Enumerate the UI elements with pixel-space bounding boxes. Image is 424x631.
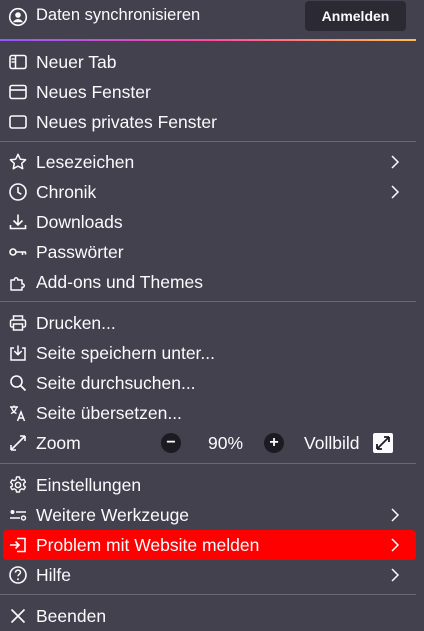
passwords-label: Passwörter	[36, 242, 124, 262]
new-window-item[interactable]: Neues Fenster	[0, 77, 416, 107]
new-tab-label: Neuer Tab	[36, 52, 117, 72]
sign-in-button[interactable]: Anmelden	[305, 1, 406, 31]
close-icon	[8, 606, 28, 626]
more-tools-label: Weitere Werkzeuge	[36, 505, 190, 525]
addons-themes-label: Add-ons und Themes	[36, 272, 204, 292]
menu-separator	[0, 463, 416, 464]
menu-separator	[0, 301, 416, 302]
menu-separator	[0, 594, 416, 595]
zoom-label: Zoom	[36, 433, 81, 453]
report-icon	[8, 535, 28, 555]
help-item[interactable]: Hilfe	[0, 560, 416, 590]
zoom-row: Zoom − 90% + Vollbild	[0, 428, 416, 458]
new-tab-item[interactable]: Neuer Tab	[0, 47, 416, 77]
help-label: Hilfe	[36, 565, 72, 585]
new-private-window-item[interactable]: Neues privates Fenster	[0, 107, 416, 137]
chevron-right-icon	[388, 153, 402, 171]
chevron-right-icon	[388, 536, 402, 554]
zoom-in-button[interactable]: +	[264, 433, 284, 453]
star-icon	[8, 152, 28, 172]
app-menu-panel: Daten synchronisieren Anmelden Neuer Tab…	[0, 0, 416, 631]
new-private-window-label: Neues privates Fenster	[36, 112, 217, 132]
chevron-right-icon	[388, 506, 402, 524]
downloads-item[interactable]: Downloads	[0, 207, 416, 237]
search-icon	[8, 373, 28, 393]
passwords-item[interactable]: Passwörter	[0, 237, 416, 267]
print-label: Drucken...	[36, 313, 116, 333]
save-icon	[8, 343, 28, 363]
chevron-right-icon	[388, 183, 402, 201]
report-site-issue-item[interactable]: Problem mit Website melden	[3, 530, 416, 560]
more-tools-item[interactable]: Weitere Werkzeuge	[0, 500, 416, 530]
find-in-page-label: Seite durchsuchen...	[36, 373, 196, 393]
chevron-right-icon	[388, 566, 402, 584]
tools-icon	[8, 505, 28, 525]
fullscreen-label: Vollbild	[304, 433, 360, 453]
new-window-icon	[8, 82, 28, 102]
download-icon	[8, 212, 28, 232]
bookmarks-label: Lesezeichen	[36, 152, 135, 172]
account-header: Daten synchronisieren Anmelden	[0, 0, 416, 41]
clock-icon	[8, 182, 28, 202]
new-tab-icon	[8, 52, 28, 72]
find-in-page-item[interactable]: Seite durchsuchen...	[0, 368, 416, 398]
sync-account-button[interactable]: Daten synchronisieren	[0, 0, 300, 34]
zoom-expand-icon	[8, 433, 28, 453]
key-icon	[8, 242, 28, 262]
downloads-label: Downloads	[36, 212, 123, 232]
gear-icon	[8, 475, 28, 495]
quit-label: Beenden	[36, 606, 107, 626]
translate-page-label: Seite übersetzen...	[36, 403, 182, 423]
accent-divider	[0, 39, 416, 41]
save-page-label: Seite speichern unter...	[36, 343, 215, 363]
new-window-label: Neues Fenster	[36, 82, 151, 102]
print-item[interactable]: Drucken...	[0, 308, 416, 338]
history-item[interactable]: Chronik	[0, 177, 416, 207]
account-icon	[8, 7, 28, 27]
settings-item[interactable]: Einstellungen	[0, 470, 416, 500]
translate-page-item[interactable]: Seite übersetzen...	[0, 398, 416, 428]
zoom-value[interactable]: 90%	[208, 433, 243, 453]
puzzle-icon	[8, 272, 28, 292]
history-label: Chronik	[36, 182, 97, 202]
printer-icon	[8, 313, 28, 333]
translate-icon	[8, 403, 28, 423]
save-page-item[interactable]: Seite speichern unter...	[0, 338, 416, 368]
menu-separator	[0, 141, 416, 142]
quit-item[interactable]: Beenden	[0, 601, 416, 631]
private-window-icon	[8, 112, 28, 132]
bookmarks-item[interactable]: Lesezeichen	[0, 147, 416, 177]
sync-label: Daten synchronisieren	[36, 6, 201, 24]
report-site-issue-label: Problem mit Website melden	[36, 535, 260, 555]
settings-label: Einstellungen	[36, 475, 142, 495]
fullscreen-button[interactable]	[373, 433, 393, 453]
addons-themes-item[interactable]: Add-ons und Themes	[0, 267, 416, 297]
help-icon	[8, 565, 28, 585]
zoom-out-button[interactable]: −	[161, 433, 181, 453]
